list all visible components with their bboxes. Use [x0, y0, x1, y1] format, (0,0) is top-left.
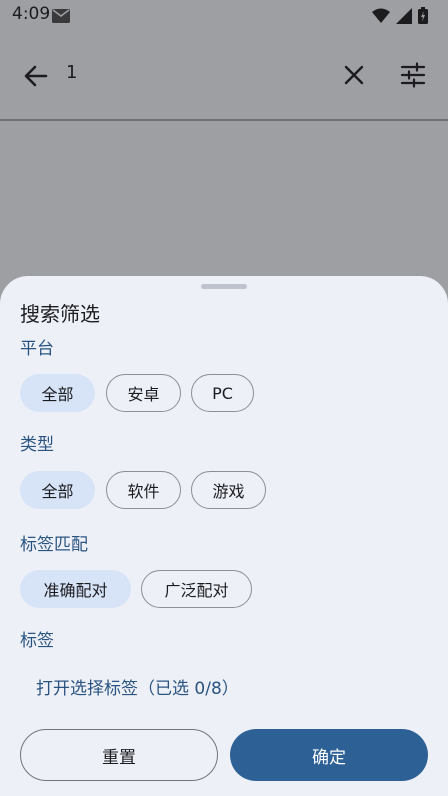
toolbar-divider [0, 119, 448, 121]
filter-sliders-icon[interactable] [400, 62, 426, 88]
signal-icon [396, 7, 412, 28]
chip-platform-pc[interactable]: PC [191, 374, 254, 412]
battery-icon [418, 7, 428, 28]
search-toolbar: 1 [0, 32, 448, 120]
chip-platform-all[interactable]: 全部 [20, 374, 95, 412]
wifi-icon [372, 8, 390, 28]
search-query-text[interactable]: 1 [66, 62, 77, 83]
status-bar: 4:09 [0, 0, 448, 32]
chip-type-game[interactable]: 游戏 [191, 471, 266, 509]
tags-label: 标签 [20, 631, 54, 651]
open-tag-selector-link[interactable]: 打开选择标签（已选 0/8） [36, 674, 239, 699]
reset-button[interactable]: 重置 [20, 729, 218, 781]
back-arrow-icon[interactable] [22, 62, 50, 90]
chip-type-all[interactable]: 全部 [20, 471, 95, 509]
sheet-title: 搜索筛选 [20, 302, 100, 326]
sheet-drag-handle[interactable] [201, 284, 247, 289]
close-icon[interactable] [342, 63, 366, 87]
mail-icon [52, 8, 70, 27]
status-time: 4:09 [12, 4, 51, 24]
chip-type-software[interactable]: 软件 [106, 471, 181, 509]
chip-exact-match[interactable]: 准确配对 [20, 570, 131, 608]
type-label: 类型 [20, 435, 54, 455]
confirm-button[interactable]: 确定 [230, 729, 428, 781]
filter-bottom-sheet: 搜索筛选 平台 全部 安卓 PC 类型 全部 软件 游戏 标签匹配 准确配对 广… [0, 276, 448, 796]
chip-platform-android[interactable]: 安卓 [106, 374, 181, 412]
tag-match-label: 标签匹配 [20, 535, 88, 555]
chip-broad-match[interactable]: 广泛配对 [141, 570, 252, 608]
platform-label: 平台 [20, 339, 54, 359]
